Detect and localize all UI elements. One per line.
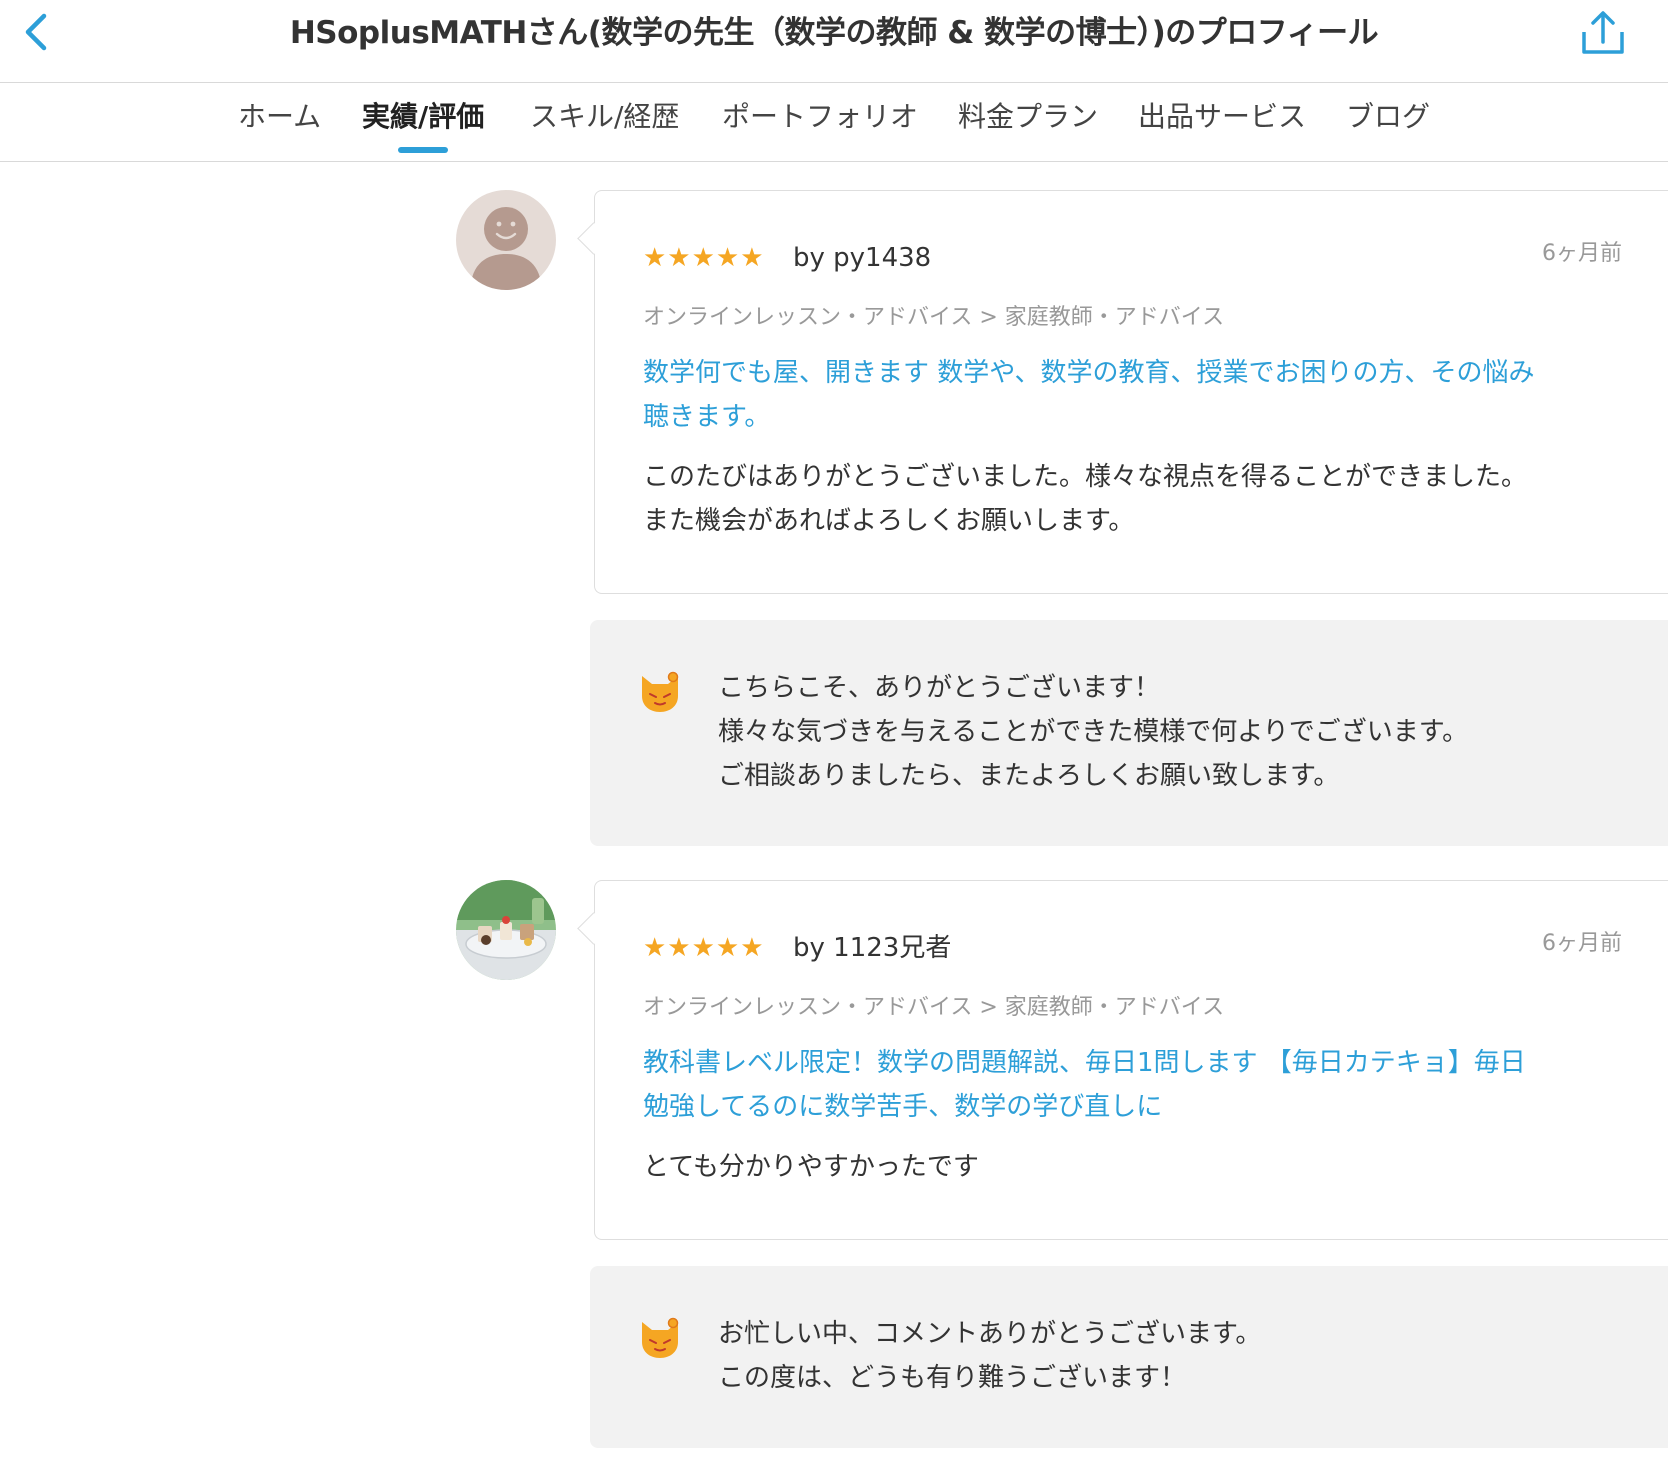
bubble-pointer <box>577 222 610 255</box>
tab-label: 実績/評価 <box>362 100 485 133</box>
reviewer-name: by 1123兄者 <box>793 933 952 963</box>
reply-text: こちらこそ、ありがとうございます！ 様々な気づきを与えることができた模様で何より… <box>718 666 1618 798</box>
tab-label: 料金プラン <box>958 100 1099 133</box>
food-photo-icon <box>456 880 556 980</box>
tab-label: ホーム <box>238 100 322 133</box>
reply-text-line: ご相談ありましたら、またよろしくお願い致します。 <box>718 761 1340 791</box>
service-title-link[interactable]: 数学何でも屋、開きます 数学や、数学の教育、授業でお困りの方、その悩み 聴きます… <box>643 351 1623 439</box>
service-title-line: 聴きます。 <box>643 402 771 432</box>
seller-avatar-icon <box>642 1317 679 1358</box>
bubble-pointer <box>577 912 610 945</box>
service-title-line: 勉強してるのに数学苦手、数学の学び直しに <box>643 1092 1163 1122</box>
tab-services[interactable]: 出品サービス <box>1138 97 1306 161</box>
seller-reply: お忙しい中、コメントありがとうございます。 この度は、どうも有り難うございます！ <box>590 1266 1668 1448</box>
star-rating: ★★★★★ <box>643 933 765 963</box>
service-category: オンラインレッスン・アドバイス > 家庭教師・アドバイス <box>643 995 1225 1020</box>
tab-blog[interactable]: ブログ <box>1346 97 1430 161</box>
star-rating: ★★★★★ <box>643 243 765 273</box>
reply-text-line: こちらこそ、ありがとうございます！ <box>718 673 1161 703</box>
share-button[interactable] <box>1578 8 1628 58</box>
review-time: 6ヶ月前 <box>1542 931 1622 956</box>
default-user-icon <box>456 190 556 290</box>
share-icon <box>1582 11 1624 54</box>
tab-label: 出品サービス <box>1138 100 1307 133</box>
seller-avatar-icon <box>642 671 679 712</box>
service-category: オンラインレッスン・アドバイス > 家庭教師・アドバイス <box>643 305 1225 330</box>
tab-label: ブログ <box>1346 100 1431 133</box>
review-text: このたびはありがとうございました。様々な視点を得ることができました。 また機会が… <box>643 455 1623 543</box>
service-title-line: 教科書レベル限定！数学の問題解説、毎日1問します 【毎日カテキョ】毎日 <box>643 1048 1526 1078</box>
review-time: 6ヶ月前 <box>1542 241 1622 266</box>
profile-tabs: ホーム 実績/評価 スキル/経歴 ポートフォリオ 料金プラン 出品サービス ブロ… <box>0 83 1668 162</box>
reply-text: お忙しい中、コメントありがとうございます。 この度は、どうも有り難うございます！ <box>718 1312 1618 1400</box>
tab-results-reviews[interactable]: 実績/評価 <box>362 97 484 161</box>
tab-home[interactable]: ホーム <box>238 97 321 161</box>
review-text: とても分かりやすかったです <box>643 1145 1623 1189</box>
reviewer-name: by py1438 <box>793 243 932 273</box>
review-text-line: また機会があればよろしくお願いします。 <box>643 506 1135 536</box>
seller-reply: こちらこそ、ありがとうございます！ 様々な気づきを与えることができた模様で何より… <box>590 620 1668 846</box>
review-text-line: このたびはありがとうございました。様々な視点を得ることができました。 <box>643 462 1528 492</box>
reply-text-line: この度は、どうも有り難うございます！ <box>718 1363 1187 1393</box>
review-card: ★★★★★ by 1123兄者 6ヶ月前 オンラインレッスン・アドバイス > 家… <box>577 880 1668 1240</box>
tab-label: ポートフォリオ <box>722 100 919 133</box>
service-title-line: 数学何でも屋、開きます 数学や、数学の教育、授業でお困りの方、その悩み <box>643 358 1535 388</box>
review-text-line: とても分かりやすかったです <box>643 1152 979 1182</box>
review-card: ★★★★★ by py1438 6ヶ月前 オンラインレッスン・アドバイス > 家… <box>577 190 1668 594</box>
back-button[interactable] <box>18 10 58 54</box>
tab-pricing-plan[interactable]: 料金プラン <box>958 97 1098 161</box>
active-tab-indicator <box>398 147 449 153</box>
reply-text-line: 様々な気づきを与えることができた模様で何よりでございます。 <box>718 717 1469 747</box>
header-bar: HSoplusMATHさん(数学の先生（数学の教師 & 数学の博士）)のプロフィ… <box>0 0 1668 83</box>
reply-text-line: お忙しい中、コメントありがとうございます。 <box>718 1319 1262 1349</box>
tab-skills-career[interactable]: スキル/経歴 <box>530 97 679 161</box>
reviewer-avatar[interactable] <box>456 880 556 980</box>
tab-label: スキル/経歴 <box>530 100 680 133</box>
chevron-left-icon <box>25 13 47 51</box>
service-title-link[interactable]: 教科書レベル限定！数学の問題解説、毎日1問します 【毎日カテキョ】毎日 勉強して… <box>643 1041 1623 1129</box>
page-title: HSoplusMATHさん(数学の先生（数学の教師 & 数学の博士）)のプロフィ… <box>289 15 1379 51</box>
reviewer-avatar[interactable] <box>456 190 556 290</box>
tab-portfolio[interactable]: ポートフォリオ <box>722 97 918 161</box>
